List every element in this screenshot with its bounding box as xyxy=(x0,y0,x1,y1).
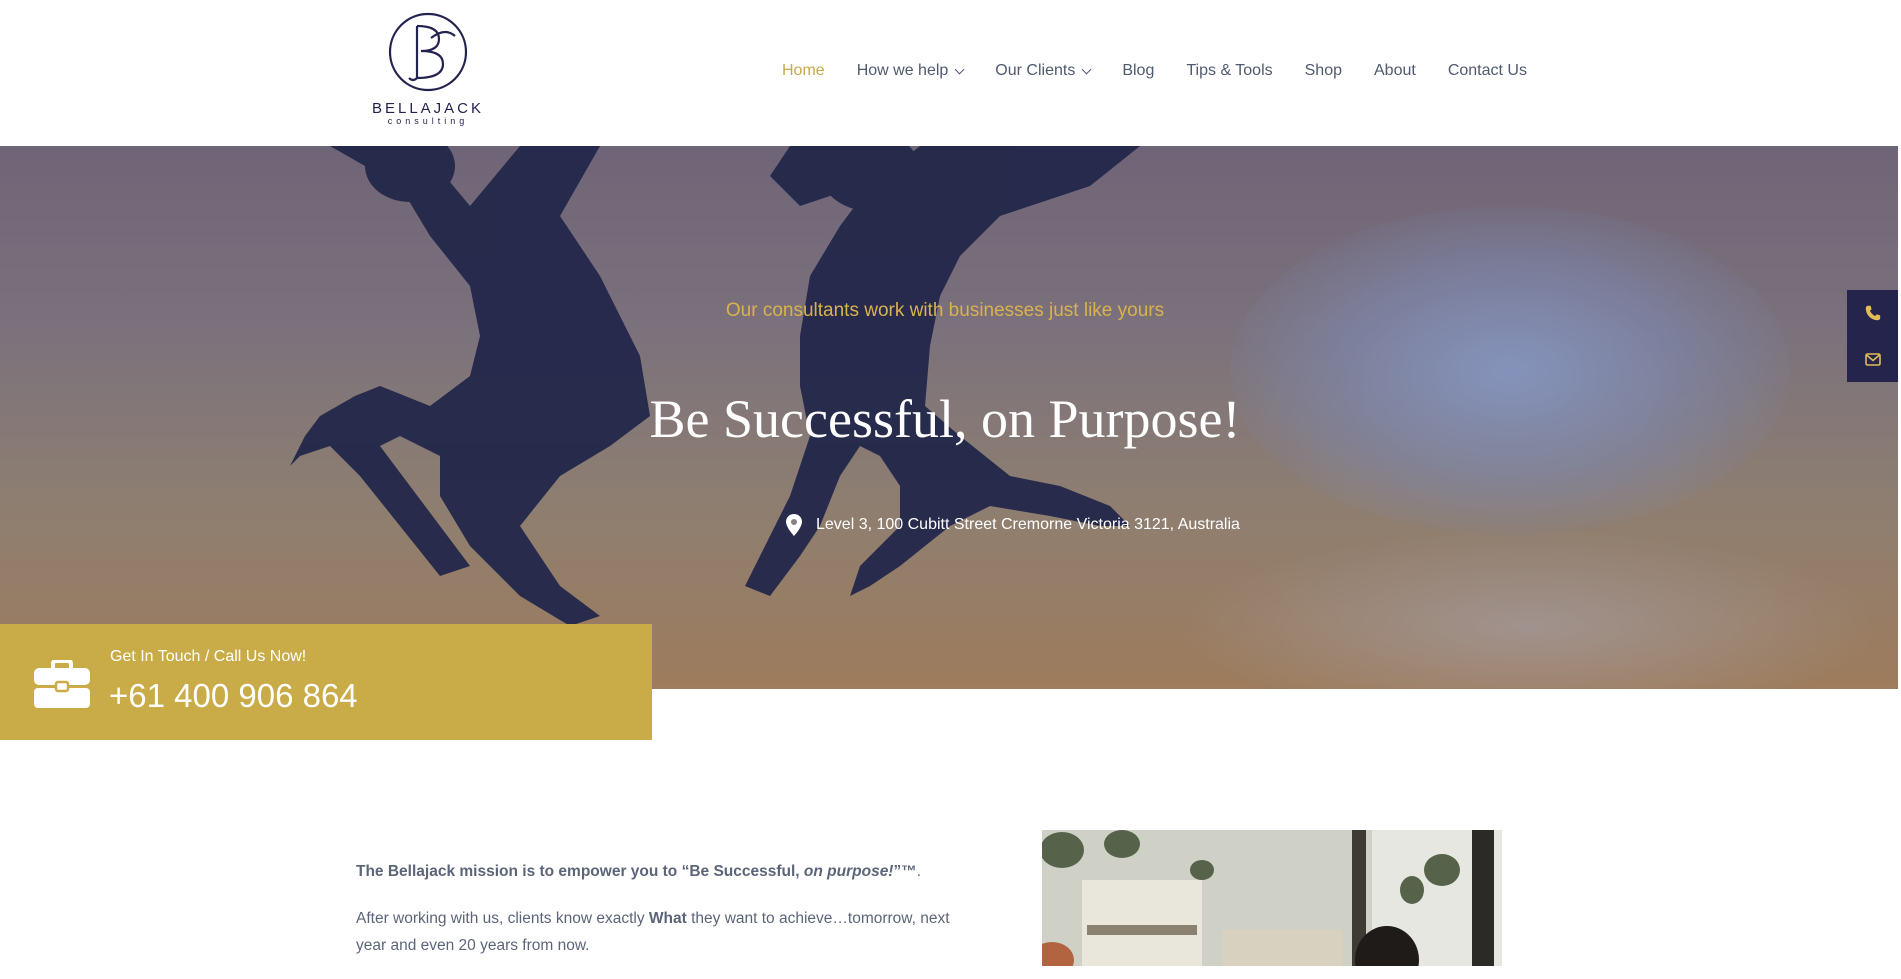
floating-contact-bar xyxy=(1847,290,1898,382)
mission-statement: The Bellajack mission is to empower you … xyxy=(356,863,922,880)
hero-banner: Our consultants work with businesses jus… xyxy=(0,146,1898,689)
nav-item-shop[interactable]: Shop xyxy=(1305,62,1342,80)
logo-monogram-icon xyxy=(388,12,468,92)
nav-item-label: Our Clients xyxy=(995,62,1076,79)
bellajack-logo[interactable]: BELLAJACK consulting xyxy=(366,12,490,128)
nav-item-label: Blog xyxy=(1122,62,1155,79)
call-us-box[interactable]: Get In Touch / Call Us Now! +61 400 906 … xyxy=(0,624,652,740)
map-pin-icon xyxy=(786,514,802,536)
main-navigation: Home How we help Our Clients Blog Tips & Too… xyxy=(782,62,1527,80)
nav-item-blog[interactable]: Blog xyxy=(1122,62,1154,80)
email-button[interactable] xyxy=(1847,336,1898,382)
nav-item-label: Shop xyxy=(1304,62,1342,79)
mission-paragraph: After working with us, clients know exac… xyxy=(356,910,950,954)
chevron-down-icon xyxy=(1081,64,1092,74)
hero-tagline: Our consultants work with businesses jus… xyxy=(725,300,1165,321)
office-photo xyxy=(1042,830,1502,966)
logo-subtitle: consulting xyxy=(387,116,469,126)
nav-item-label: How we help xyxy=(856,62,949,79)
nav-item-label: About xyxy=(1374,62,1416,79)
logo-wordmark: BELLAJACK xyxy=(371,100,485,117)
nav-item-about[interactable]: About xyxy=(1374,62,1416,80)
mission-section: The Bellajack mission is to empower you … xyxy=(356,858,976,979)
phone-icon xyxy=(1865,305,1880,321)
phone-number-link[interactable]: +61 400 906 864 xyxy=(109,677,358,715)
nav-item-our-clients[interactable]: Our Clients xyxy=(995,62,1092,80)
envelope-icon xyxy=(1864,352,1881,366)
hero-address: Level 3, 100 Cubitt Street Cremorne Vict… xyxy=(786,514,1240,536)
site-header: BELLAJACK consulting Home How we help Our … xyxy=(0,0,1901,146)
chevron-down-icon xyxy=(954,64,965,74)
nav-item-contact-us[interactable]: Contact Us xyxy=(1448,62,1527,80)
nav-item-label: Home xyxy=(782,62,825,79)
hero-address-text: Level 3, 100 Cubitt Street Cremorne Vict… xyxy=(816,516,1240,533)
nav-item-how-we-help[interactable]: How we help xyxy=(856,62,965,80)
call-us-label: Get In Touch / Call Us Now! xyxy=(110,648,307,665)
hero-title: Be Successful, on Purpose! xyxy=(649,389,1241,449)
nav-item-home[interactable]: Home xyxy=(782,62,825,80)
nav-item-label: Tips & Tools xyxy=(1186,62,1273,79)
briefcase-icon xyxy=(34,660,90,708)
nav-item-label: Contact Us xyxy=(1447,62,1527,79)
phone-button[interactable] xyxy=(1847,290,1898,336)
nav-item-tips-tools[interactable]: Tips & Tools xyxy=(1186,62,1272,80)
